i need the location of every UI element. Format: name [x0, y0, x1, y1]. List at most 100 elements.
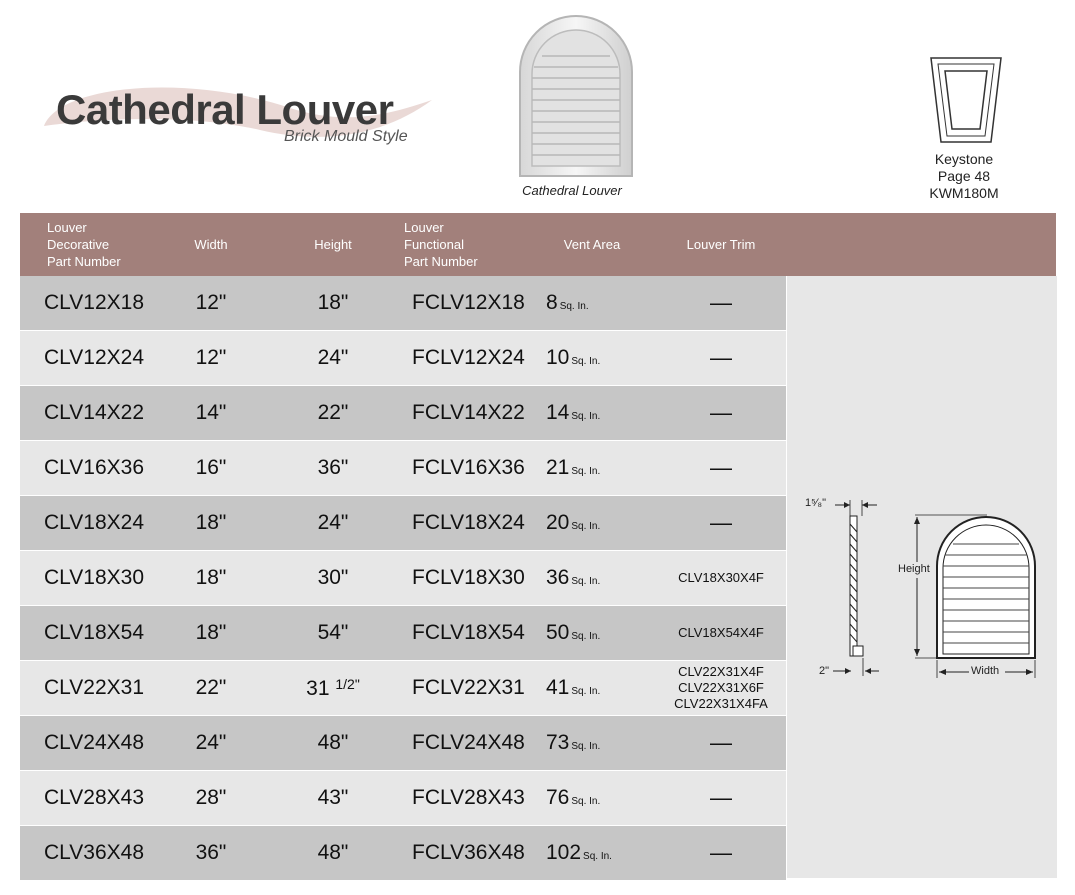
keystone-page: Page 48	[937, 168, 991, 184]
louver-trim-cell: —	[656, 770, 786, 826]
width-cell: 18"	[150, 495, 272, 551]
louver-trim-cell: —	[656, 715, 786, 771]
width-dimension-label: Width	[971, 665, 1000, 677]
keystone-info: Keystone Page 48 KWM180M	[904, 151, 1024, 202]
width-cell: 12"	[150, 276, 272, 331]
table-row: CLV16X36 16" 36" FCLV16X36 21 Sq. In. —	[20, 440, 786, 496]
table-row: CLV18X30 18" 30" FCLV18X30 36 Sq. In. CLV…	[20, 550, 786, 606]
base-dimension-label: 2"	[819, 665, 830, 677]
unit-label: Sq. In.	[571, 796, 601, 807]
width-cell: 22"	[150, 660, 272, 716]
decorative-part-cell: CLV14X22	[20, 385, 150, 441]
width-cell: 36"	[150, 825, 272, 881]
width-cell: 18"	[150, 605, 272, 661]
unit-label: Sq. In.	[571, 411, 601, 422]
width-cell: 14"	[150, 385, 272, 441]
unit-label: Sq. In.	[571, 576, 601, 587]
decorative-part-cell: CLV24X48	[20, 715, 150, 771]
col-header-louver-trim: Louver Trim	[656, 213, 786, 276]
side-profile-drawing	[833, 500, 879, 676]
decorative-part-cell: CLV22X31	[20, 660, 150, 716]
vent-area-cell: 14 Sq. In.	[528, 385, 656, 441]
page-subtitle: Brick Mould Style	[284, 128, 408, 145]
vent-area-cell: 36 Sq. In.	[528, 550, 656, 606]
width-cell: 16"	[150, 440, 272, 496]
unit-label: Sq. In.	[571, 686, 601, 697]
height-cell: 24"	[272, 495, 394, 551]
height-cell: 48"	[272, 825, 394, 881]
louver-trim-cell: CLV18X54X4F	[656, 605, 786, 661]
dimension-diagram-panel: 1⁵⁄₈" 2" Height Width	[786, 276, 1057, 878]
table-row: CLV22X31 22" 31 1/2" FCLV22X31 41 Sq. In.…	[20, 660, 786, 716]
vent-area-cell: 41 Sq. In.	[528, 660, 656, 716]
louver-trim-cell: CLV18X30X4F	[656, 550, 786, 606]
table-header-extension	[786, 213, 1056, 276]
functional-part-cell: FCLV36X48	[394, 825, 528, 881]
front-view-drawing	[914, 514, 1036, 678]
decorative-part-cell: CLV18X30	[20, 550, 150, 606]
table-row: CLV18X54 18" 54" FCLV18X54 50 Sq. In. CLV…	[20, 605, 786, 661]
width-cell: 18"	[150, 550, 272, 606]
height-cell: 31 1/2"	[272, 660, 394, 716]
louver-trim-cell: —	[656, 330, 786, 386]
height-cell: 43"	[272, 770, 394, 826]
decorative-part-cell: CLV18X54	[20, 605, 150, 661]
vent-area-cell: 102 Sq. In.	[528, 825, 656, 881]
col-header-height: Height	[272, 213, 394, 276]
height-cell: 36"	[272, 440, 394, 496]
table-header-row: Louver Decorative Part Number Width Heig…	[20, 213, 786, 276]
vent-area-cell: 73 Sq. In.	[528, 715, 656, 771]
functional-part-cell: FCLV24X48	[394, 715, 528, 771]
table-row: CLV18X24 18" 24" FCLV18X24 20 Sq. In. —	[20, 495, 786, 551]
col-header-width: Width	[150, 213, 272, 276]
functional-part-cell: FCLV18X30	[394, 550, 528, 606]
col-header-vent-area: Vent Area	[528, 213, 656, 276]
decorative-part-cell: CLV12X18	[20, 276, 150, 331]
table-row: CLV14X22 14" 22" FCLV14X22 14 Sq. In. —	[20, 385, 786, 441]
louver-trim-cell: —	[656, 385, 786, 441]
keystone-part-number: KWM180M	[929, 185, 999, 201]
functional-part-cell: FCLV22X31	[394, 660, 528, 716]
unit-label: Sq. In.	[571, 741, 601, 752]
louver-trim-cell: —	[656, 825, 786, 881]
decorative-part-cell: CLV36X48	[20, 825, 150, 881]
keystone-image	[930, 57, 1002, 143]
keystone-name: Keystone	[934, 151, 994, 167]
decorative-part-cell: CLV12X24	[20, 330, 150, 386]
height-cell: 54"	[272, 605, 394, 661]
table-row: CLV12X24 12" 24" FCLV12X24 10 Sq. In. —	[20, 330, 786, 386]
dimension-diagram	[833, 500, 1036, 678]
vent-area-cell: 76 Sq. In.	[528, 770, 656, 826]
vent-area-cell: 50 Sq. In.	[528, 605, 656, 661]
decorative-part-cell: CLV28X43	[20, 770, 150, 826]
decorative-part-cell: CLV18X24	[20, 495, 150, 551]
table-row: CLV28X43 28" 43" FCLV28X43 76 Sq. In. —	[20, 770, 786, 826]
width-cell: 24"	[150, 715, 272, 771]
louver-trim-cell: —	[656, 440, 786, 496]
louver-trim-cell: —	[656, 276, 786, 331]
col-header-functional-part: Louver Functional Part Number	[394, 213, 528, 276]
unit-label: Sq. In.	[559, 301, 589, 312]
functional-part-cell: FCLV18X54	[394, 605, 528, 661]
col-header-decorative-part: Louver Decorative Part Number	[20, 213, 150, 276]
vent-area-cell: 20 Sq. In.	[528, 495, 656, 551]
louver-trim-cell: —	[656, 495, 786, 551]
vent-area-cell: 21 Sq. In.	[528, 440, 656, 496]
functional-part-cell: FCLV16X36	[394, 440, 528, 496]
functional-part-cell: FCLV12X24	[394, 330, 528, 386]
cathedral-louver-image	[519, 15, 633, 177]
width-cell: 12"	[150, 330, 272, 386]
table-row: CLV24X48 24" 48" FCLV24X48 73 Sq. In. —	[20, 715, 786, 771]
functional-part-cell: FCLV28X43	[394, 770, 528, 826]
unit-label: Sq. In.	[571, 466, 601, 477]
height-dimension-label: Height	[898, 563, 930, 575]
hero-caption: Cathedral Louver	[522, 183, 622, 198]
height-cell: 48"	[272, 715, 394, 771]
height-cell: 24"	[272, 330, 394, 386]
width-cell: 28"	[150, 770, 272, 826]
height-cell: 22"	[272, 385, 394, 441]
depth-dimension-label: 1⁵⁄₈"	[805, 497, 826, 509]
functional-part-cell: FCLV12X18	[394, 276, 528, 331]
height-cell: 18"	[272, 276, 394, 331]
height-cell: 30"	[272, 550, 394, 606]
